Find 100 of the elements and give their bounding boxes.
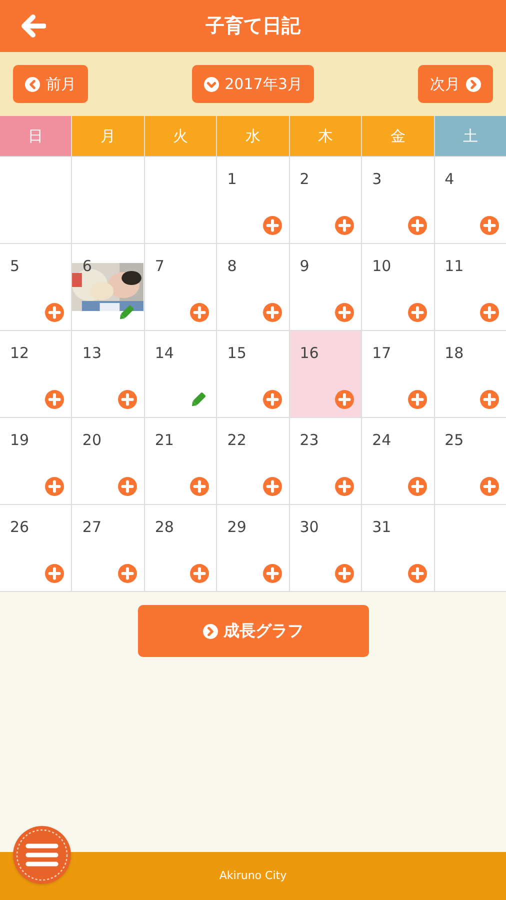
- day-cell[interactable]: 8: [217, 244, 289, 330]
- chevron-left-icon: [25, 76, 40, 92]
- day-cell[interactable]: 15: [217, 331, 289, 417]
- plus-icon[interactable]: [262, 303, 282, 322]
- day-cell[interactable]: 22: [217, 418, 289, 504]
- day-number: 30: [300, 520, 319, 535]
- plus-icon[interactable]: [480, 390, 499, 409]
- chevron-right-icon: [202, 624, 218, 638]
- day-cell[interactable]: 16: [290, 331, 362, 417]
- day-cell[interactable]: 1: [217, 157, 289, 243]
- day-cell[interactable]: 13: [72, 331, 144, 417]
- plus-icon[interactable]: [480, 477, 499, 496]
- day-number: 11: [444, 259, 464, 274]
- chevron-right-icon: [466, 76, 481, 92]
- plus-icon[interactable]: [262, 564, 282, 583]
- day-cell[interactable]: 19: [0, 418, 72, 504]
- day-cell[interactable]: 25: [434, 418, 506, 504]
- day-number: 26: [10, 520, 30, 535]
- weekday-header: 日: [0, 116, 72, 156]
- plus-icon[interactable]: [262, 477, 282, 496]
- day-number: 17: [372, 346, 392, 361]
- day-number: 2: [300, 172, 310, 187]
- weekday-header: 木: [290, 116, 362, 156]
- day-cell[interactable]: 27: [72, 505, 144, 591]
- day-number: 27: [82, 520, 102, 535]
- plus-icon[interactable]: [118, 390, 137, 409]
- day-cell[interactable]: 29: [217, 505, 289, 591]
- day-number: 4: [444, 172, 454, 187]
- footer-text: Akiruno City: [219, 868, 287, 884]
- page-title: 子育て日記: [206, 14, 300, 39]
- plus-icon[interactable]: [262, 390, 282, 409]
- plus-icon[interactable]: [408, 477, 427, 496]
- day-number: 18: [444, 346, 464, 361]
- day-cell[interactable]: 2: [290, 157, 362, 243]
- weekday-header: 月: [72, 116, 144, 156]
- day-cell[interactable]: 21: [144, 418, 216, 504]
- day-number: 31: [372, 520, 392, 535]
- menu-button[interactable]: [13, 826, 71, 884]
- plus-icon[interactable]: [335, 390, 354, 409]
- day-number: 3: [372, 172, 382, 187]
- plus-icon[interactable]: [335, 216, 354, 235]
- day-number: 5: [10, 259, 20, 274]
- plus-icon[interactable]: [480, 303, 499, 322]
- plus-icon[interactable]: [118, 477, 137, 496]
- day-number: 1: [227, 172, 237, 187]
- day-cell[interactable]: 14: [144, 331, 216, 417]
- plus-icon[interactable]: [45, 303, 64, 322]
- day-cell[interactable]: 11: [434, 244, 506, 330]
- plus-icon[interactable]: [190, 564, 210, 583]
- plus-icon[interactable]: [190, 477, 210, 496]
- plus-icon[interactable]: [45, 564, 64, 583]
- day-cell[interactable]: 20: [72, 418, 144, 504]
- day-cell[interactable]: 7: [144, 244, 216, 330]
- day-number: 8: [227, 259, 237, 274]
- plus-icon[interactable]: [480, 216, 499, 235]
- plus-icon[interactable]: [45, 477, 64, 496]
- day-number: 12: [10, 346, 30, 361]
- day-cell[interactable]: 5: [0, 244, 72, 330]
- day-number: 14: [154, 346, 174, 361]
- day-number: 20: [82, 433, 102, 448]
- day-number: 24: [372, 433, 392, 448]
- day-cell[interactable]: 30: [290, 505, 362, 591]
- day-cell[interactable]: 23: [290, 418, 362, 504]
- plus-icon[interactable]: [408, 216, 427, 235]
- day-cell[interactable]: 28: [144, 505, 216, 591]
- plus-icon[interactable]: [118, 564, 137, 583]
- day-cell[interactable]: 18: [434, 331, 506, 417]
- weekday-header: 土: [434, 116, 506, 156]
- day-cell[interactable]: 17: [362, 331, 434, 417]
- day-cell[interactable]: 12: [0, 331, 72, 417]
- plus-icon[interactable]: [45, 390, 64, 409]
- plus-icon[interactable]: [190, 303, 210, 322]
- day-cell[interactable]: 26: [0, 505, 72, 591]
- back-arrow-icon[interactable]: [20, 14, 46, 38]
- day-number: 28: [154, 520, 174, 535]
- day-cell[interactable]: 3: [362, 157, 434, 243]
- day-cell[interactable]: 24: [362, 418, 434, 504]
- plus-icon[interactable]: [408, 564, 427, 583]
- weekday-header: 金: [362, 116, 434, 156]
- day-number: 7: [154, 259, 164, 274]
- day-cell[interactable]: 6: [72, 244, 144, 330]
- day-number: 25: [444, 433, 464, 448]
- day-cell[interactable]: 4: [434, 157, 506, 243]
- day-cell[interactable]: 9: [290, 244, 362, 330]
- day-cell[interactable]: 31: [362, 505, 434, 591]
- day-number: 29: [227, 520, 246, 535]
- day-cell[interactable]: 10: [362, 244, 434, 330]
- plus-icon[interactable]: [335, 477, 354, 496]
- weekday-header: 水: [217, 116, 289, 156]
- day-number: 15: [227, 346, 246, 361]
- plus-icon[interactable]: [335, 564, 354, 583]
- plus-icon[interactable]: [408, 390, 427, 409]
- day-number: 13: [82, 346, 102, 361]
- day-number: 22: [227, 433, 246, 448]
- plus-icon[interactable]: [335, 303, 354, 322]
- day-number: 16: [300, 346, 319, 361]
- day-number: 21: [154, 433, 174, 448]
- plus-icon[interactable]: [408, 303, 427, 322]
- menu-icon: [14, 827, 70, 883]
- plus-icon[interactable]: [262, 216, 282, 235]
